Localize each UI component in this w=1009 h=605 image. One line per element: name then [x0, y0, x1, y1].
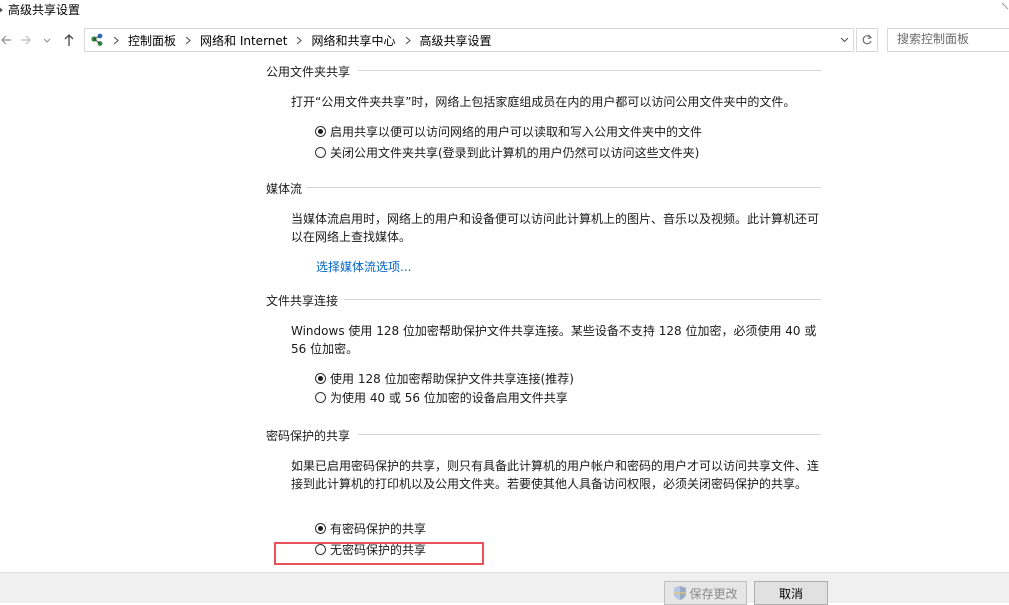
back-arrow-icon[interactable]: [0, 33, 14, 47]
footer-bar: 保存更改 取消: [0, 572, 1009, 605]
highlight-annotation-box: [274, 542, 484, 565]
radio-password-sharing-on[interactable]: 有密码保护的共享: [315, 520, 426, 536]
forward-arrow-icon[interactable]: [20, 33, 34, 47]
settings-content: 公用文件夹共享 打开“公用文件夹共享”时，网络上包括家庭组成员在内的用户都可以访…: [0, 56, 1009, 572]
media-streaming-options-link[interactable]: 选择媒体流选项...: [316, 258, 411, 275]
radio-public-folder-enable[interactable]: 启用共享以便可以访问网络的用户可以读取和写入公用文件夹中的文件: [315, 123, 702, 139]
navigation-bar: 控制面板 网络和 Internet 网络和共享中心 高级共享设置: [0, 28, 1009, 54]
radio-label[interactable]: 有密码保护的共享: [330, 520, 426, 537]
network-icon: [91, 33, 103, 46]
radio-button[interactable]: [315, 522, 326, 534]
breadcrumb-separator-icon[interactable]: [296, 36, 303, 45]
section-title-password-sharing: 密码保护的共享: [266, 429, 351, 443]
section-description-public-folder: 打开“公用文件夹共享”时，网络上包括家庭组成员在内的用户都可以访问公用文件夹中的…: [291, 95, 796, 109]
window-arrow-icon: [0, 7, 3, 13]
section-divider: [344, 299, 821, 300]
section-description-media-streaming: 当媒体流启用时，网络上的用户和设备便可以访问此计算机上的图片、音乐以及视频。此计…: [291, 212, 820, 244]
address-bar[interactable]: 控制面板 网络和 Internet 网络和共享中心 高级共享设置: [84, 28, 854, 52]
radio-public-folder-disable[interactable]: 关闭公用文件夹共享(登录到此计算机的用户仍然可以访问这些文件夹): [315, 144, 699, 160]
breadcrumb-separator-icon[interactable]: [405, 36, 411, 45]
radio-encryption-40-56[interactable]: 为使用 40 或 56 位加密的设备启用文件共享: [315, 389, 568, 405]
breadcrumb: 控制面板 网络和 Internet 网络和共享中心 高级共享设置: [109, 29, 492, 51]
breadcrumb-separator-icon[interactable]: [185, 36, 191, 45]
radio-button[interactable]: [315, 391, 326, 403]
search-input[interactable]: [888, 29, 1009, 49]
refresh-icon: [862, 34, 872, 45]
breadcrumb-control-panel[interactable]: 控制面板: [128, 32, 176, 49]
radio-label[interactable]: 关闭公用文件夹共享(登录到此计算机的用户仍然可以访问这些文件夹): [330, 144, 699, 161]
refresh-button[interactable]: [856, 28, 878, 52]
breadcrumb-network-internet[interactable]: 网络和 Internet: [200, 32, 287, 49]
radio-label[interactable]: 启用共享以便可以访问网络的用户可以读取和写入公用文件夹中的文件: [330, 123, 702, 140]
section-description-password-sharing: 如果已启用密码保护的共享，则只有具备此计算机的用户帐户和密码的用户才可以访问共享…: [291, 459, 820, 491]
search-box[interactable]: [887, 28, 1009, 52]
section-title-media-streaming: 媒体流: [266, 182, 303, 196]
save-changes-label: 保存更改: [689, 586, 738, 601]
save-changes-button[interactable]: 保存更改: [664, 581, 747, 605]
breadcrumb-separator-icon: [113, 36, 119, 44]
section-divider: [306, 187, 821, 188]
radio-button[interactable]: [315, 146, 326, 158]
up-arrow-icon[interactable]: [63, 33, 77, 47]
section-divider: [358, 70, 821, 71]
radio-label[interactable]: 使用 128 位加密帮助保护文件共享连接(推荐): [330, 370, 574, 387]
radio-label[interactable]: 为使用 40 或 56 位加密的设备启用文件共享: [330, 389, 568, 406]
cancel-label: 取消: [778, 586, 803, 601]
radio-button[interactable]: [315, 125, 326, 137]
section-divider: [358, 434, 821, 435]
window-title: 高级共享设置: [8, 3, 81, 17]
breadcrumb-advanced-sharing[interactable]: 高级共享设置: [420, 32, 492, 49]
breadcrumb-network-sharing-center[interactable]: 网络和共享中心: [311, 32, 395, 49]
address-dropdown-chevron-icon[interactable]: [840, 35, 849, 44]
radio-encryption-128[interactable]: 使用 128 位加密帮助保护文件共享连接(推荐): [315, 370, 574, 386]
section-title-public-folder: 公用文件夹共享: [266, 65, 351, 79]
radio-button[interactable]: [315, 372, 326, 384]
uac-shield-icon: [674, 586, 687, 600]
section-description-file-sharing: Windows 使用 128 位加密帮助保护文件共享连接。某些设备不支持 128…: [291, 324, 817, 356]
window-close-icon[interactable]: [1001, 0, 1009, 12]
section-title-file-sharing: 文件共享连接: [266, 294, 339, 308]
title-bar: 高级共享设置: [0, 0, 1009, 22]
cancel-button[interactable]: 取消: [754, 581, 828, 605]
recent-locations-chevron-icon[interactable]: [42, 33, 56, 47]
